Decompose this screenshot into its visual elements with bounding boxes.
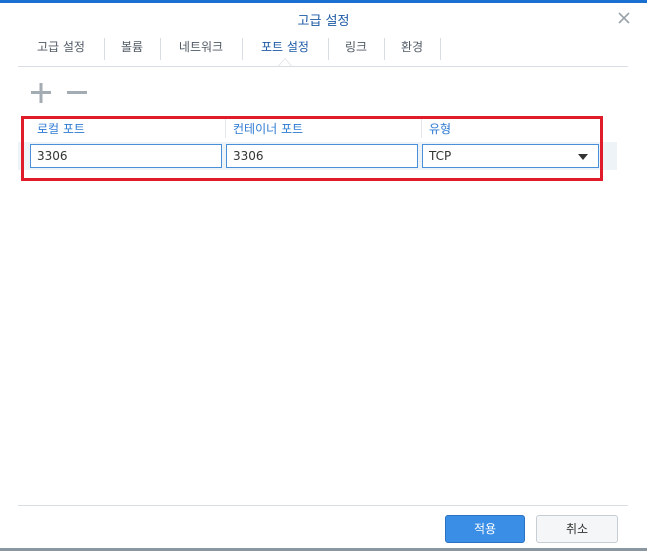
minus-icon <box>67 91 87 94</box>
active-tab-indicator <box>278 58 292 66</box>
protocol-type-select[interactable]: TCP <box>422 144 599 168</box>
protocol-type-value: TCP <box>429 149 452 163</box>
column-separator <box>421 118 422 138</box>
container-port-input[interactable] <box>226 144 418 168</box>
close-icon <box>618 12 630 24</box>
cancel-button[interactable]: 취소 <box>536 515 618 543</box>
tab-link[interactable]: 링크 <box>328 34 384 66</box>
port-settings-table: 로컬 포트 컨테이너 포트 유형 TCP <box>18 115 617 170</box>
close-button[interactable] <box>615 9 633 27</box>
tab-volume[interactable]: 볼륨 <box>104 34 160 66</box>
dialog-title: 고급 설정 <box>297 14 350 29</box>
footer-divider <box>18 505 628 506</box>
dialog-titlebar: 고급 설정 <box>0 3 647 34</box>
tab-environment[interactable]: 환경 <box>384 34 440 66</box>
column-header-local-port: 로컬 포트 <box>37 122 85 136</box>
caret-down-icon <box>578 154 588 160</box>
tab-advanced-settings[interactable]: 고급 설정 <box>18 34 104 66</box>
apply-button[interactable]: 적용 <box>445 515 525 543</box>
column-header-type: 유형 <box>429 122 452 136</box>
remove-port-button[interactable] <box>64 80 90 106</box>
tab-separator <box>440 38 441 60</box>
column-separator <box>225 118 226 138</box>
tab-network[interactable]: 네트워크 <box>160 34 242 66</box>
plus-icon <box>31 83 51 103</box>
local-port-input[interactable] <box>30 144 222 168</box>
column-header-container-port: 컨테이너 포트 <box>233 122 304 136</box>
tab-bar: 고급 설정 볼륨 네트워크 포트 설정 링크 환경 <box>18 34 628 67</box>
add-port-button[interactable] <box>28 80 54 106</box>
